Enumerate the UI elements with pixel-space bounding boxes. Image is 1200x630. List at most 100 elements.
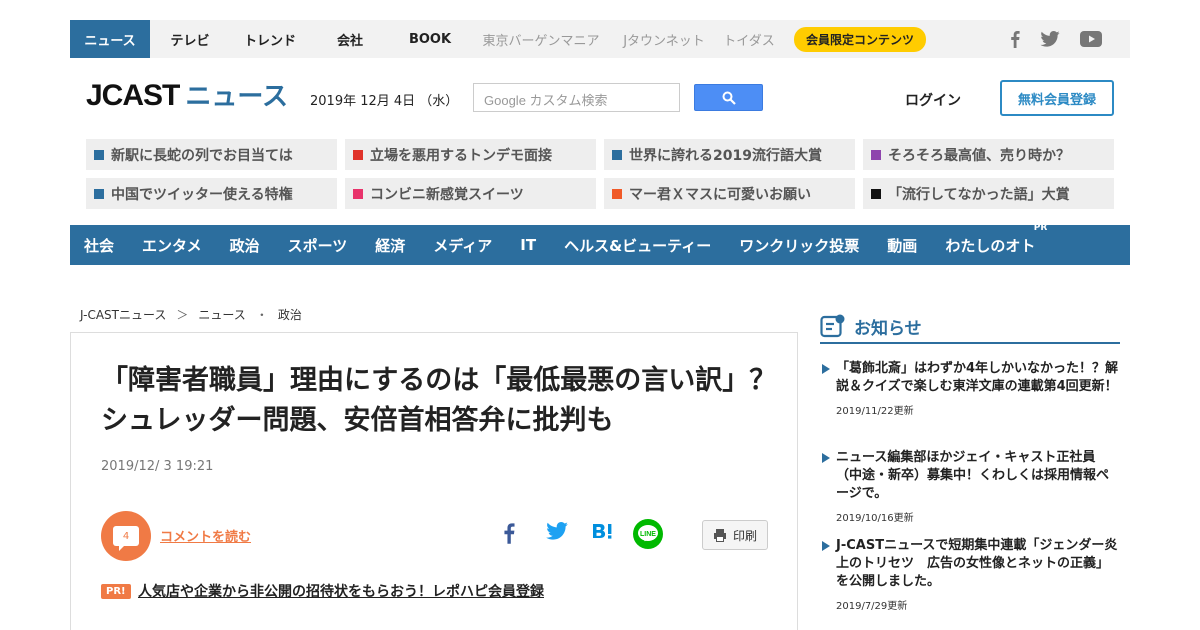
comment-bubble-icon: 4 bbox=[113, 526, 139, 551]
topic-color-marker bbox=[612, 188, 622, 199]
category-entertainment[interactable]: エンタメ bbox=[142, 235, 202, 256]
pr-badge: PR! bbox=[101, 584, 131, 599]
twitter-icon[interactable] bbox=[1040, 31, 1060, 47]
topic-color-marker bbox=[94, 149, 104, 160]
logo-news: ニュース bbox=[185, 81, 289, 111]
logo-brand: JCAST bbox=[86, 79, 180, 112]
topic-link[interactable]: 立場を悪用するトンデモ面接 bbox=[345, 139, 596, 170]
share-twitter-icon[interactable] bbox=[546, 522, 568, 540]
youtube-icon[interactable] bbox=[1080, 31, 1102, 47]
notice-item[interactable]: ニュース編集部ほかジェイ・キャスト正社員（中途・新卒）募集中！くわしくは採用情報… bbox=[820, 449, 1120, 524]
nav-trend[interactable]: トレンド bbox=[230, 20, 310, 58]
topic-label: コンビニ新感覚スイーツ bbox=[370, 186, 524, 203]
category-watashi-no-oto[interactable]: わたしのオト PR bbox=[945, 223, 1047, 256]
topic-link[interactable]: 「流行してなかった語」大賞 bbox=[863, 178, 1114, 209]
category-nav: 社会 エンタメ 政治 スポーツ 経済 メディア IT ヘルス&ビューティー ワン… bbox=[70, 223, 1130, 265]
topic-color-marker bbox=[94, 188, 104, 199]
comment-count-button[interactable]: 4 bbox=[101, 511, 151, 561]
article-date: 2019/12/ 3 19:21 bbox=[101, 459, 214, 474]
member-only-badge[interactable]: 会員限定コンテンツ bbox=[794, 26, 927, 52]
category-media[interactable]: メディア bbox=[433, 235, 492, 256]
category-one-click-vote[interactable]: ワンクリック投票 bbox=[739, 235, 859, 256]
topic-link[interactable]: そろそろ最高値、売り時か？ bbox=[863, 139, 1114, 170]
notice-text: J-CASTニュースで短期集中連載「ジェンダー炎上のトリセツ 広告の女性像とネッ… bbox=[836, 538, 1118, 589]
top-utility-bar: ニュース テレビ トレンド 会社 BOOK 東京バーゲンマニア Jタウンネット … bbox=[70, 20, 1130, 58]
jcast-logo[interactable]: JCAST ニュース bbox=[86, 76, 288, 113]
current-date: 2019年 12月 4日 （水） bbox=[310, 94, 459, 109]
topic-color-marker bbox=[871, 149, 881, 160]
nav-toidas[interactable]: トイダス bbox=[716, 20, 782, 58]
category-society[interactable]: 社会 bbox=[84, 235, 114, 256]
notice-text: ニュース編集部ほかジェイ・キャスト正社員（中途・新卒）募集中！くわしくは採用情報… bbox=[836, 450, 1110, 501]
category-it[interactable]: IT bbox=[520, 236, 536, 254]
topic-label: 世界に誇れる2019流行語大賞 bbox=[629, 147, 822, 164]
nav-news[interactable]: ニュース bbox=[70, 20, 150, 58]
login-link[interactable]: ログイン bbox=[905, 90, 961, 110]
comment-count: 4 bbox=[122, 530, 130, 542]
svg-text:LINE: LINE bbox=[640, 531, 656, 538]
search-button[interactable] bbox=[694, 84, 763, 111]
topic-color-marker bbox=[871, 188, 881, 199]
site-section-nav: ニュース テレビ トレンド 会社 BOOK 東京バーゲンマニア Jタウンネット … bbox=[70, 20, 927, 58]
share-facebook-icon[interactable] bbox=[503, 522, 515, 544]
notices-title: お知らせ bbox=[854, 318, 922, 339]
search-icon bbox=[722, 91, 736, 105]
article-card: 「障害者職員」理由にするのは「最低最悪の言い訳」？ シュレッダー問題、安倍首相答… bbox=[70, 332, 804, 630]
notice-date: 2019/7/29更新 bbox=[836, 601, 908, 612]
triangle-bullet-icon bbox=[822, 364, 830, 374]
topic-link[interactable]: 世界に誇れる2019流行語大賞 bbox=[604, 139, 855, 170]
trending-topics: 新駅に長蛇の列でお目当ては 立場を悪用するトンデモ面接 世界に誇れる2019流行… bbox=[86, 139, 1114, 209]
category-health-beauty[interactable]: ヘルス&ビューティー bbox=[564, 235, 711, 256]
nav-company[interactable]: 会社 bbox=[310, 20, 390, 58]
category-video[interactable]: 動画 bbox=[887, 235, 917, 256]
search-input[interactable]: Google カスタム検索 bbox=[473, 83, 680, 112]
notice-board-icon bbox=[820, 314, 845, 338]
share-hatena-bookmark-icon[interactable] bbox=[591, 522, 615, 542]
pr-mark: PR bbox=[1033, 222, 1048, 233]
category-politics[interactable]: 政治 bbox=[230, 235, 260, 256]
topic-label: 立場を悪用するトンデモ面接 bbox=[370, 147, 552, 164]
pr-promo-link[interactable]: 人気店や企業から非公開の招待状をもらおう！レポハピ会員登録 bbox=[138, 581, 544, 601]
topic-label: そろそろ最高値、売り時か？ bbox=[888, 147, 1070, 164]
topic-link[interactable]: マー君Ｘマスに可愛いお願い bbox=[604, 178, 855, 209]
breadcrumb: J-CASTニュース ＞ ニュース ・ 政治 bbox=[80, 306, 302, 323]
triangle-bullet-icon bbox=[822, 541, 830, 551]
notice-item[interactable]: 「葛飾北斎」はわずか4年しかいなかった！？解説＆クイズで楽しむ東洋文庫の連載第4… bbox=[820, 360, 1120, 417]
nav-jtown[interactable]: Jタウンネット bbox=[612, 20, 716, 58]
facebook-icon[interactable] bbox=[1010, 30, 1020, 48]
topic-link[interactable]: 新駅に長蛇の列でお目当ては bbox=[86, 139, 337, 170]
topic-label: 「流行してなかった語」大賞 bbox=[888, 186, 1070, 203]
category-sports[interactable]: スポーツ bbox=[288, 235, 348, 256]
read-comments-link[interactable]: コメントを読む bbox=[160, 526, 251, 545]
topic-label: マー君Ｘマスに可愛いお願い bbox=[629, 186, 811, 203]
topic-link[interactable]: コンビニ新感覚スイーツ bbox=[345, 178, 596, 209]
topic-color-marker bbox=[353, 149, 363, 160]
breadcrumb-news[interactable]: ニュース bbox=[198, 306, 245, 323]
topic-link[interactable]: 中国でツイッター使える特権 bbox=[86, 178, 337, 209]
breadcrumb-separator: ・ bbox=[255, 308, 268, 322]
breadcrumb-separator: ＞ bbox=[176, 308, 189, 322]
register-button[interactable]: 無料会員登録 bbox=[1000, 80, 1114, 116]
triangle-bullet-icon bbox=[822, 453, 830, 463]
social-links bbox=[1010, 20, 1102, 58]
nav-tokyo-bargain[interactable]: 東京バーゲンマニア bbox=[470, 20, 612, 58]
notice-item[interactable]: J-CASTニュースで短期集中連載「ジェンダー炎上のトリセツ 広告の女性像とネッ… bbox=[820, 537, 1120, 612]
category-economy[interactable]: 経済 bbox=[375, 235, 405, 256]
article-title: 「障害者職員」理由にするのは「最低最悪の言い訳」？ シュレッダー問題、安倍首相答… bbox=[101, 365, 804, 436]
nav-book[interactable]: BOOK bbox=[390, 20, 470, 58]
breadcrumb-home[interactable]: J-CASTニュース bbox=[80, 306, 166, 323]
category-label: わたしのオト bbox=[945, 236, 1036, 255]
print-label: 印刷 bbox=[732, 528, 757, 543]
topic-label: 新駅に長蛇の列でお目当ては bbox=[111, 147, 293, 164]
print-button[interactable]: 印刷 bbox=[702, 520, 768, 550]
topic-label: 中国でツイッター使える特権 bbox=[111, 186, 293, 203]
notices-header: お知らせ bbox=[820, 310, 1120, 344]
notice-text: 「葛飾北斎」はわずか4年しかいなかった！？解説＆クイズで楽しむ東洋文庫の連載第4… bbox=[836, 361, 1119, 394]
topic-color-marker bbox=[612, 149, 622, 160]
site-header: JCAST ニュース 2019年 12月 4日 （水） Google カスタム検… bbox=[70, 70, 1130, 126]
printer-icon bbox=[713, 529, 726, 542]
notice-date: 2019/10/16更新 bbox=[836, 513, 914, 524]
breadcrumb-politics[interactable]: 政治 bbox=[278, 306, 302, 323]
nav-tv[interactable]: テレビ bbox=[150, 20, 230, 58]
share-line-icon[interactable]: LINE bbox=[633, 519, 663, 549]
